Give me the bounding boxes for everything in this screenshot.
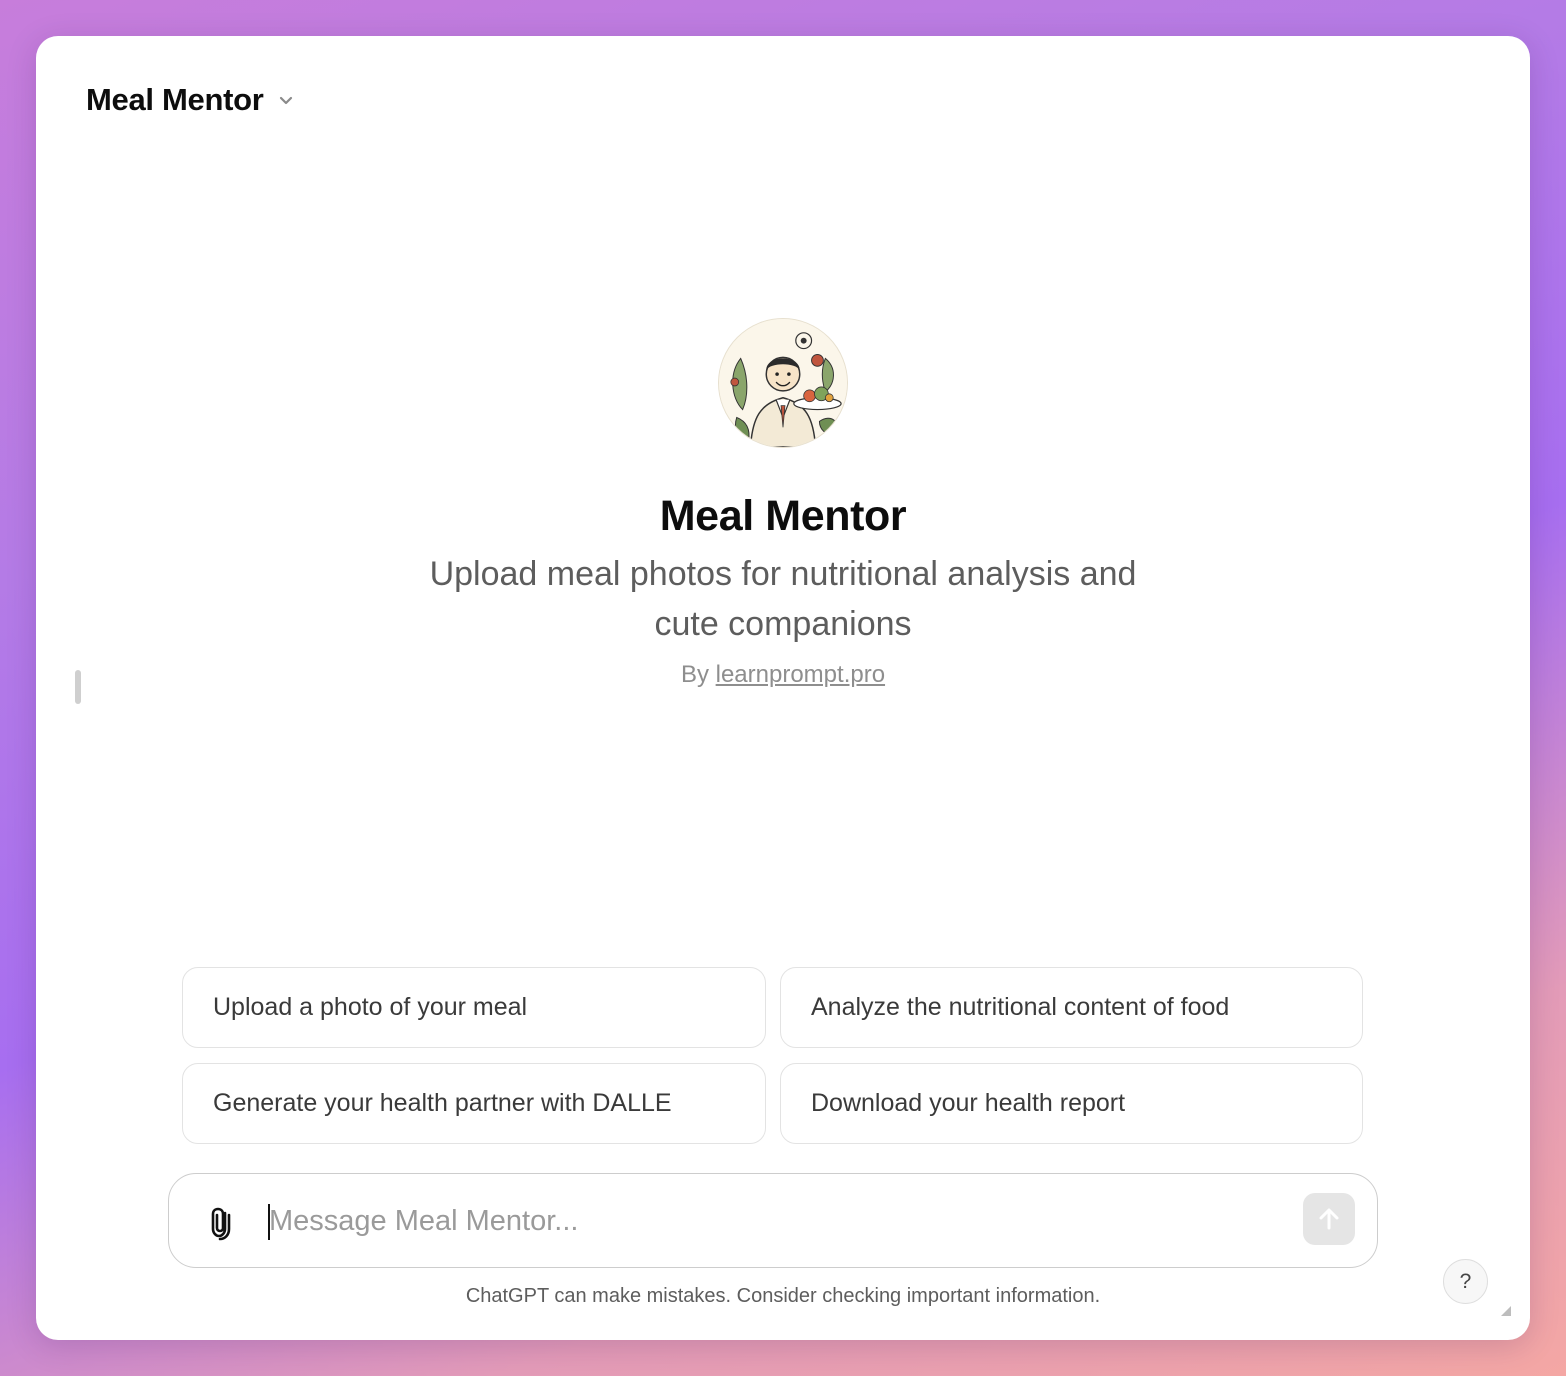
gpt-selector[interactable]: Meal Mentor bbox=[86, 82, 298, 118]
disclaimer-text: ChatGPT can make mistakes. Consider chec… bbox=[465, 1285, 1101, 1307]
suggestion-grid: Upload a photo of your meal Analyze the … bbox=[182, 967, 1363, 1144]
author-link[interactable]: learnprompt.pro bbox=[716, 661, 885, 688]
suggestion-button[interactable]: Analyze the nutritional content of food bbox=[780, 967, 1363, 1048]
gpt-title: Meal Mentor bbox=[659, 492, 907, 540]
resize-corner-icon bbox=[1501, 1306, 1511, 1316]
suggestion-button[interactable]: Upload a photo of your meal bbox=[182, 967, 766, 1048]
suggestion-button[interactable]: Download your health report bbox=[780, 1063, 1363, 1144]
send-button[interactable] bbox=[1303, 1193, 1355, 1245]
gpt-description: Upload meal photos for nutritional analy… bbox=[429, 555, 1137, 643]
suggestion-button[interactable]: Generate your health partner with DALLE bbox=[182, 1063, 766, 1144]
avatar bbox=[718, 318, 848, 448]
gpt-intro: Meal Mentor Upload meal photos for nutri… bbox=[36, 318, 1530, 689]
message-input[interactable] bbox=[269, 1194, 1289, 1248]
author-line: By learnprompt.pro bbox=[36, 661, 1530, 689]
help-button[interactable]: ? bbox=[1443, 1259, 1488, 1304]
author-prefix: By bbox=[680, 661, 709, 688]
arrow-up-icon bbox=[1319, 1208, 1339, 1230]
paperclip-icon[interactable] bbox=[201, 1202, 241, 1242]
chevron-down-icon bbox=[274, 88, 298, 112]
chat-window: Meal Mentor Meal Mentor Upload meal phot… bbox=[36, 36, 1530, 1340]
header-title: Meal Mentor bbox=[86, 82, 264, 117]
message-composer bbox=[168, 1173, 1378, 1268]
